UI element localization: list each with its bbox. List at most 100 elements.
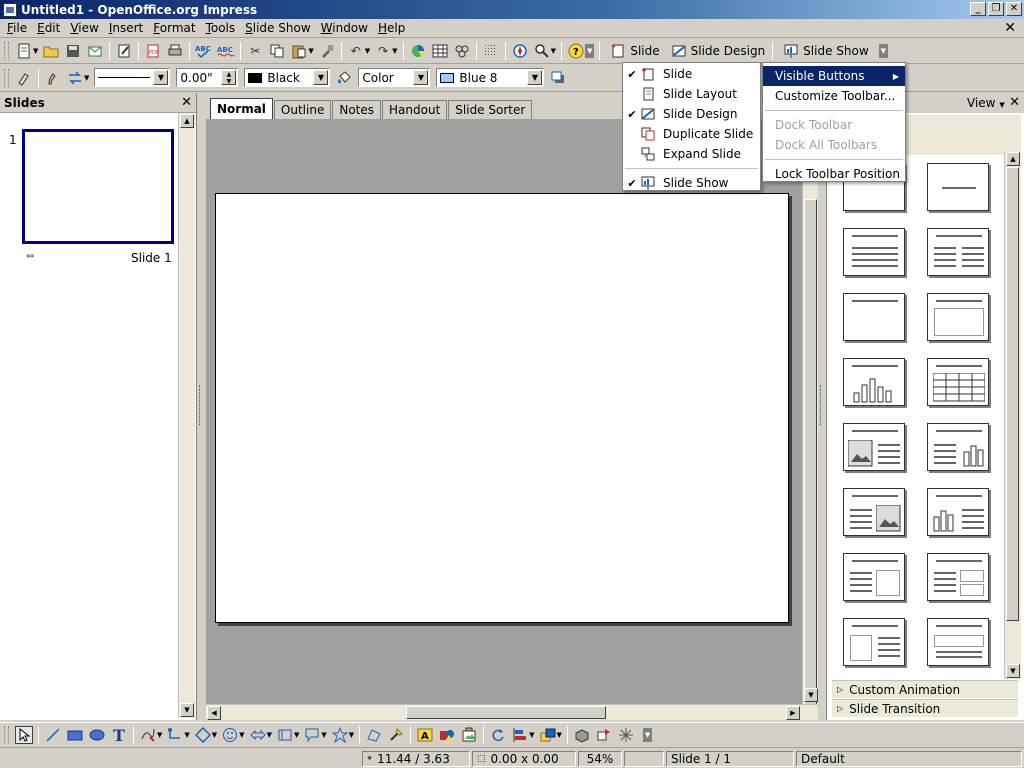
- chevron-down-icon[interactable]: ▼: [84, 74, 89, 82]
- tab-slide-sorter[interactable]: Slide Sorter: [448, 100, 533, 119]
- chart-icon[interactable]: [409, 42, 427, 60]
- basic-shapes-icon[interactable]: [194, 726, 212, 744]
- tab-normal[interactable]: Normal: [210, 98, 273, 119]
- pane-splitter-right[interactable]: [820, 385, 824, 425]
- extrusion-icon[interactable]: [573, 726, 591, 744]
- layout-thumbnail[interactable]: [843, 358, 905, 406]
- chevron-down-icon[interactable]: ▼: [551, 47, 556, 55]
- area-fill-icon[interactable]: [335, 69, 353, 87]
- fontwork-icon[interactable]: [453, 42, 471, 60]
- toolbar-options-chevron-icon[interactable]: ▼: [878, 43, 889, 58]
- menu-item-lock-toolbar-position[interactable]: Lock Toolbar Position: [763, 164, 905, 184]
- menu-insert[interactable]: Insert: [104, 21, 148, 35]
- stars-icon[interactable]: [331, 726, 349, 744]
- scroll-left-icon[interactable]: ◀: [207, 706, 221, 720]
- connector-tool-icon[interactable]: [166, 726, 184, 744]
- interaction-icon[interactable]: [617, 726, 635, 744]
- menu-slide-show[interactable]: Slide Show: [240, 21, 316, 35]
- ellipse-tool-icon[interactable]: [88, 726, 106, 744]
- toolbar-grip[interactable]: [4, 726, 9, 744]
- close-document-icon[interactable]: ✕: [1004, 20, 1016, 36]
- menu-edit[interactable]: Edit: [32, 21, 65, 35]
- line-style-select[interactable]: ▼: [94, 68, 171, 87]
- toolbar-options-chevron-icon[interactable]: ▼: [642, 728, 653, 742]
- undo-icon[interactable]: ↶: [347, 42, 365, 60]
- close-window-button[interactable]: ✕: [1006, 2, 1022, 16]
- layout-thumbnail[interactable]: [927, 553, 989, 601]
- scroll-down-icon[interactable]: ▼: [804, 688, 818, 702]
- clone-formatting-icon[interactable]: [318, 42, 336, 60]
- chevron-down-icon[interactable]: ▼: [294, 731, 299, 739]
- save-icon[interactable]: [64, 42, 82, 60]
- line-width-input[interactable]: 0.00" ▲ ▼: [176, 68, 239, 87]
- layout-thumbnail[interactable]: [927, 228, 989, 276]
- fontwork-gallery-icon[interactable]: A: [416, 726, 434, 744]
- custom-animation-section[interactable]: ▷ Custom Animation: [832, 680, 1018, 698]
- menu-item-slide-layout[interactable]: Slide Layout: [623, 84, 760, 104]
- animation-effects-icon[interactable]: [595, 726, 613, 744]
- chevron-down-icon[interactable]: ▼: [212, 731, 217, 739]
- autospellcheck-icon[interactable]: ABC: [217, 42, 235, 60]
- menu-item-slide[interactable]: ✔ Slide: [623, 64, 760, 84]
- canvas-scroll-thumb[interactable]: [804, 199, 817, 719]
- line-icon[interactable]: [44, 69, 62, 87]
- zoom-icon[interactable]: [533, 42, 551, 60]
- tab-outline[interactable]: Outline: [273, 100, 332, 119]
- slide-button[interactable]: Slide: [603, 42, 663, 60]
- glue-points-icon[interactable]: [387, 726, 405, 744]
- navigator-icon[interactable]: [511, 42, 529, 60]
- chevron-down-icon[interactable]: ▼: [308, 47, 313, 55]
- slide-show-button[interactable]: Slide Show: [776, 42, 872, 60]
- select-pointer-icon[interactable]: [15, 726, 33, 744]
- gallery-icon[interactable]: [460, 726, 478, 744]
- rotate-icon[interactable]: [489, 726, 507, 744]
- paste-icon[interactable]: [290, 42, 308, 60]
- menu-item-visible-buttons[interactable]: Visible Buttons ▶: [763, 66, 905, 86]
- chevron-down-icon[interactable]: ▼: [392, 47, 397, 55]
- menu-item-slide-show[interactable]: ✔ Slide Show: [623, 173, 760, 193]
- layout-thumbnail[interactable]: [843, 423, 905, 471]
- open-folder-icon[interactable]: [42, 42, 60, 60]
- line-color-select[interactable]: Black ▼: [244, 68, 331, 87]
- area-style-select[interactable]: Color ▼: [358, 68, 431, 87]
- layout-thumbnail[interactable]: [927, 618, 989, 666]
- flowchart-icon[interactable]: [276, 726, 294, 744]
- symbol-shapes-icon[interactable]: [221, 726, 239, 744]
- canvas-hscroll-thumb[interactable]: [406, 706, 606, 719]
- menu-format[interactable]: Format: [148, 21, 200, 35]
- grid-icon[interactable]: [482, 42, 500, 60]
- menu-item-expand-slide[interactable]: Expand Slide: [623, 144, 760, 164]
- chevron-down-icon[interactable]: ▼: [321, 731, 326, 739]
- scroll-down-icon[interactable]: ▼: [1006, 664, 1020, 678]
- tab-handout[interactable]: Handout: [382, 100, 448, 119]
- layout-thumbnail[interactable]: [843, 553, 905, 601]
- toolbar-grip[interactable]: [4, 68, 9, 87]
- chevron-down-icon[interactable]: ▼: [349, 731, 354, 739]
- layout-thumbnail[interactable]: [927, 293, 989, 341]
- styles-icon[interactable]: [15, 69, 33, 87]
- maximize-button[interactable]: ❐: [988, 2, 1004, 16]
- canvas-horizontal-scrollbar[interactable]: ◀ ▶: [206, 704, 818, 720]
- pane-splitter-left[interactable]: [199, 385, 203, 425]
- line-tool-icon[interactable]: [44, 726, 62, 744]
- scroll-down-icon[interactable]: ▼: [180, 703, 194, 717]
- spin-icon[interactable]: ▲ ▼: [221, 70, 237, 85]
- print-icon[interactable]: [166, 42, 184, 60]
- slide-thumbnail[interactable]: [22, 129, 174, 244]
- slide-canvas[interactable]: [215, 193, 789, 623]
- status-zoom[interactable]: 54%: [578, 751, 622, 767]
- toolbar-grip[interactable]: [4, 41, 9, 60]
- close-slides-pane-icon[interactable]: ✕: [181, 95, 192, 110]
- chevron-down-icon[interactable]: ▼: [157, 731, 162, 739]
- table-icon[interactable]: [431, 42, 449, 60]
- layouts-scrollbar[interactable]: ▲ ▼: [1004, 151, 1021, 679]
- redo-icon[interactable]: ↷: [374, 42, 392, 60]
- menu-item-duplicate-slide[interactable]: Duplicate Slide: [623, 124, 760, 144]
- layout-thumbnail[interactable]: [927, 488, 989, 536]
- layout-thumbnail[interactable]: [843, 293, 905, 341]
- slide-design-button[interactable]: Slide Design: [664, 42, 770, 60]
- canvas-vertical-scrollbar[interactable]: ▼: [802, 119, 818, 719]
- slides-scrollbar[interactable]: ▲ ▼: [178, 113, 195, 718]
- toolbar-options-chevron-icon[interactable]: ▼: [584, 43, 595, 58]
- copy-icon[interactable]: [268, 42, 286, 60]
